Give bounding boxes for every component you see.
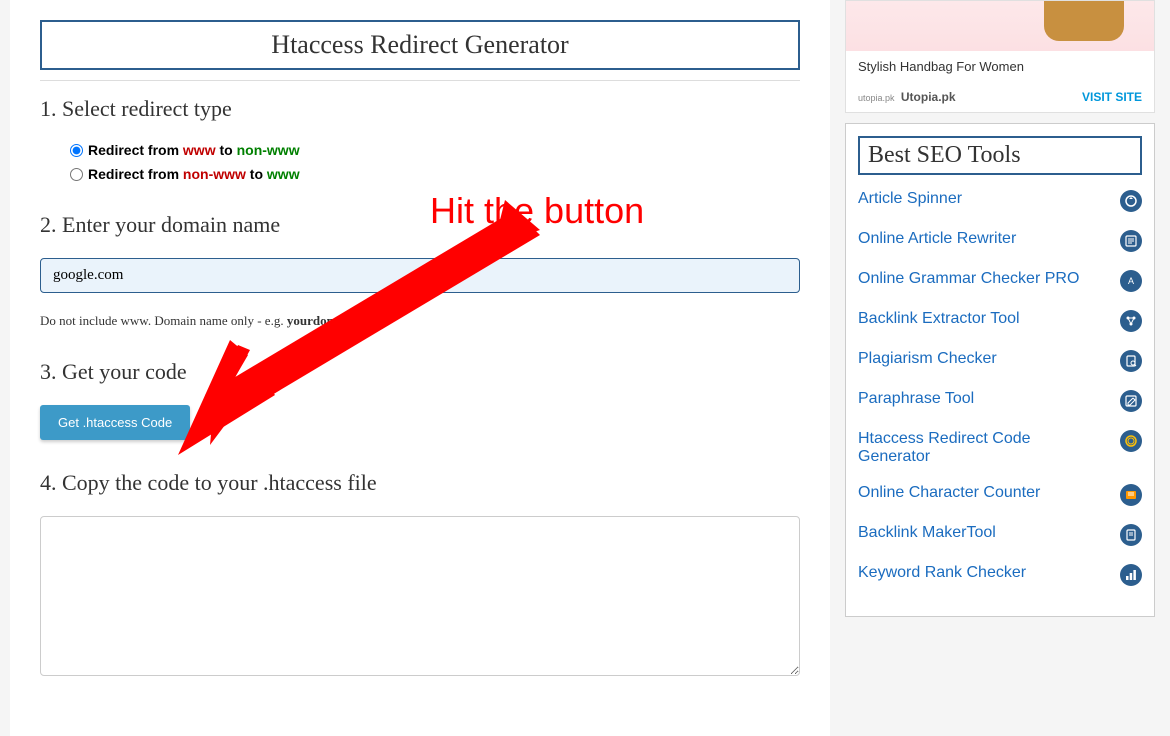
handbag-icon bbox=[1044, 0, 1124, 41]
main-content: Htaccess Redirect Generator 1. Select re… bbox=[10, 0, 830, 736]
radio-label-1: Redirect from www to non-www bbox=[88, 142, 300, 158]
grammar-icon: A bbox=[1120, 270, 1142, 292]
get-htaccess-button[interactable]: Get .htaccess Code bbox=[40, 405, 190, 440]
divider bbox=[40, 80, 800, 81]
tool-link[interactable]: Htaccess Redirect Code Generator bbox=[858, 430, 1088, 466]
radio-option-www-to-nonwww[interactable]: Redirect from www to non-www bbox=[70, 142, 800, 158]
radio-nonwww-to-www[interactable] bbox=[70, 168, 83, 181]
tool-link[interactable]: Backlink MakerTool bbox=[858, 524, 996, 542]
tool-item[interactable]: Online Grammar Checker PRO A bbox=[858, 270, 1142, 292]
step4-heading: 4. Copy the code to your .htaccess file bbox=[40, 470, 800, 496]
domain-input[interactable] bbox=[40, 258, 800, 293]
redirect-radio-group: Redirect from www to non-www Redirect fr… bbox=[70, 142, 800, 182]
step3-heading: 3. Get your code bbox=[40, 359, 800, 385]
rank-icon bbox=[1120, 564, 1142, 586]
ad-banner[interactable]: Stylish Handbag For Women utopia.pk Utop… bbox=[845, 0, 1155, 113]
domain-hint: Do not include www. Domain name only - e… bbox=[40, 313, 800, 329]
tool-item[interactable]: Htaccess Redirect Code Generator bbox=[858, 430, 1142, 466]
tool-item[interactable]: Online Character Counter bbox=[858, 484, 1142, 506]
backlink-icon bbox=[1120, 310, 1142, 332]
tools-panel: Best SEO Tools Article Spinner Online Art… bbox=[845, 123, 1155, 617]
tool-link[interactable]: Online Character Counter bbox=[858, 484, 1040, 502]
htaccess-output[interactable] bbox=[40, 516, 800, 676]
rewrite-icon bbox=[1120, 230, 1142, 252]
tools-heading-box: Best SEO Tools bbox=[858, 136, 1142, 175]
tool-item[interactable]: Online Article Rewriter bbox=[858, 230, 1142, 252]
tools-heading: Best SEO Tools bbox=[868, 142, 1132, 169]
step2-heading: 2. Enter your domain name bbox=[40, 212, 800, 238]
page-title-box: Htaccess Redirect Generator bbox=[40, 20, 800, 70]
plagiarism-icon bbox=[1120, 350, 1142, 372]
radio-label-2: Redirect from non-www to www bbox=[88, 166, 300, 182]
spinner-icon bbox=[1120, 190, 1142, 212]
step1-heading: 1. Select redirect type bbox=[40, 96, 800, 122]
radio-www-to-nonwww[interactable] bbox=[70, 144, 83, 157]
redirect-icon bbox=[1120, 430, 1142, 452]
ad-image bbox=[846, 1, 1154, 51]
tool-item[interactable]: Backlink Extractor Tool bbox=[858, 310, 1142, 332]
page-title: Htaccess Redirect Generator bbox=[50, 30, 790, 60]
ad-text: Stylish Handbag For Women bbox=[846, 51, 1154, 82]
paraphrase-icon bbox=[1120, 390, 1142, 412]
counter-icon bbox=[1120, 484, 1142, 506]
sidebar: Stylish Handbag For Women utopia.pk Utop… bbox=[845, 0, 1155, 736]
tool-item[interactable]: Article Spinner bbox=[858, 190, 1142, 212]
tool-link[interactable]: Online Grammar Checker PRO bbox=[858, 270, 1079, 288]
ad-footer: utopia.pk Utopia.pk VISIT SITE bbox=[846, 82, 1154, 112]
tools-list: Article Spinner Online Article Rewriter On… bbox=[858, 190, 1142, 586]
radio-option-nonwww-to-www[interactable]: Redirect from non-www to www bbox=[70, 166, 800, 182]
tool-link[interactable]: Plagiarism Checker bbox=[858, 350, 997, 368]
tool-link[interactable]: Article Spinner bbox=[858, 190, 962, 208]
tool-item[interactable]: Backlink MakerTool bbox=[858, 524, 1142, 546]
tool-link[interactable]: Paraphrase Tool bbox=[858, 390, 974, 408]
visit-site-link[interactable]: VISIT SITE bbox=[1082, 90, 1142, 104]
ad-brand: utopia.pk Utopia.pk bbox=[858, 90, 956, 104]
tool-item[interactable]: Plagiarism Checker bbox=[858, 350, 1142, 372]
tool-item[interactable]: Keyword Rank Checker bbox=[858, 564, 1142, 586]
tool-link[interactable]: Backlink Extractor Tool bbox=[858, 310, 1020, 328]
svg-text:A: A bbox=[1128, 276, 1134, 286]
tool-item[interactable]: Paraphrase Tool bbox=[858, 390, 1142, 412]
tool-link[interactable]: Online Article Rewriter bbox=[858, 230, 1016, 248]
maker-icon bbox=[1120, 524, 1142, 546]
tool-link[interactable]: Keyword Rank Checker bbox=[858, 564, 1026, 582]
